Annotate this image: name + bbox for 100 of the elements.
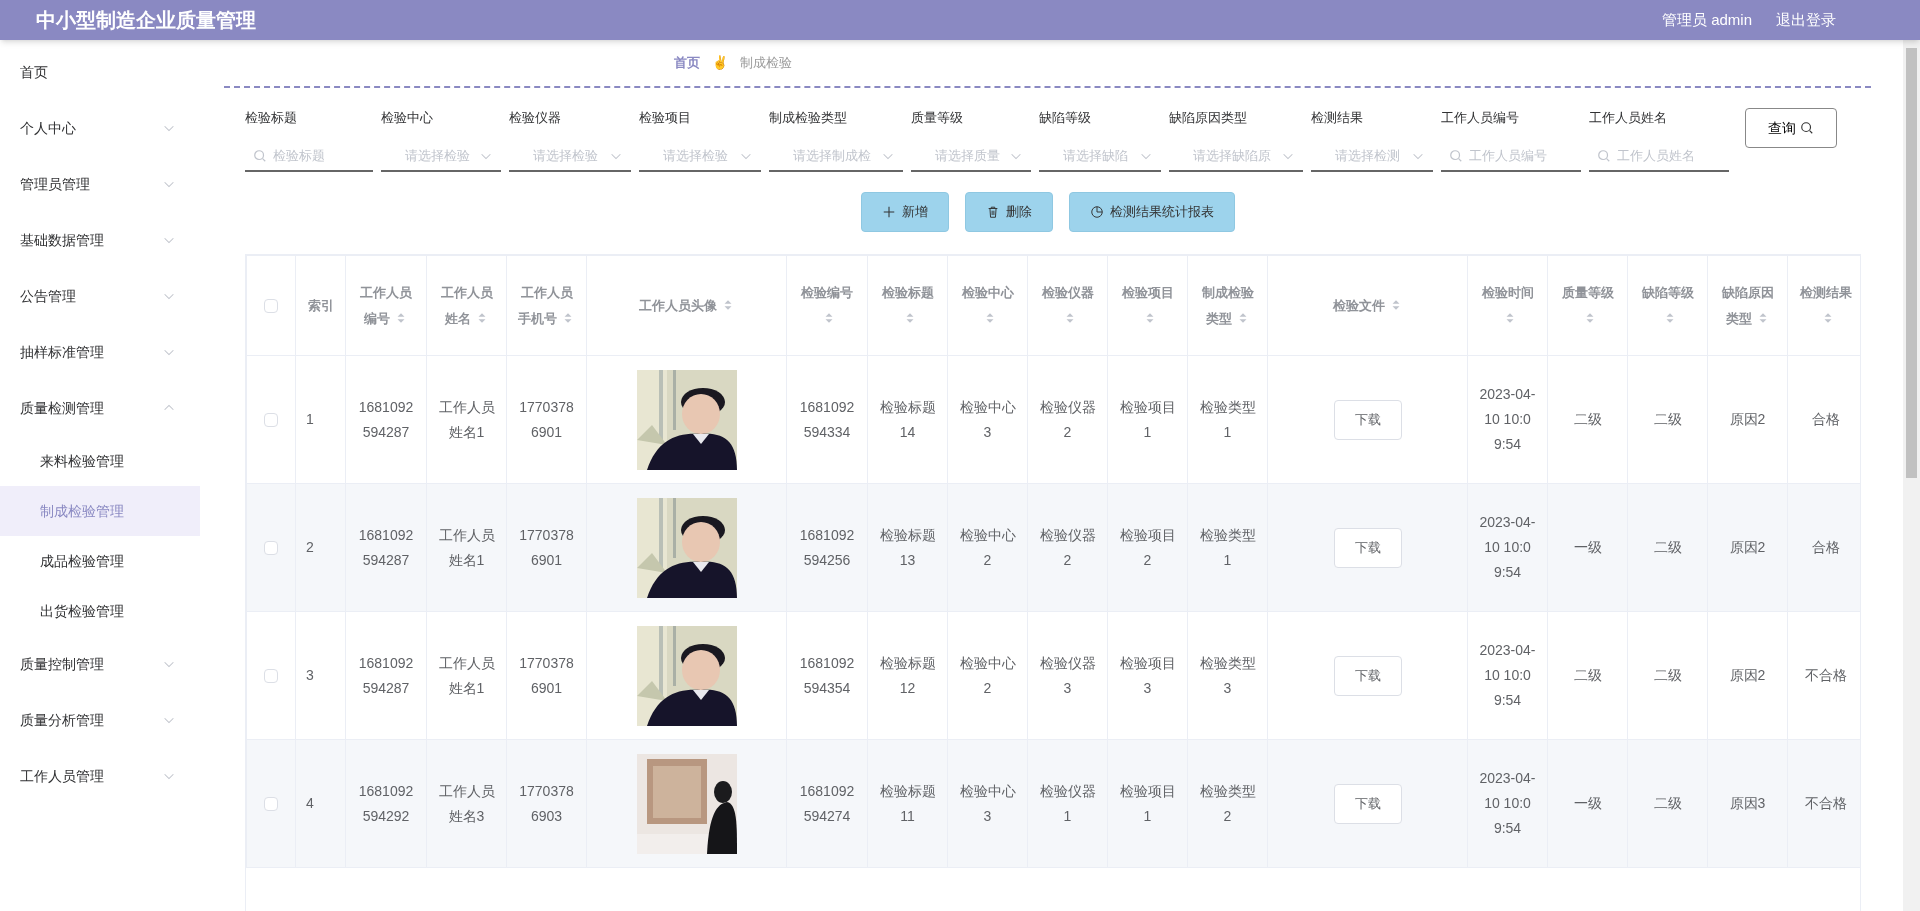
table-cell-text: 1681092594354 [798,653,856,698]
table-cell-text: 工作人员姓名3 [437,781,496,826]
filter-label: 制成检验类型 [769,109,848,127]
search-icon [1800,121,1814,135]
delete-button[interactable]: 删除 [964,192,1053,232]
filter-label: 缺陷原因类型 [1169,109,1248,127]
sidebar-item[interactable]: 质量分析管理 [0,692,200,748]
table-cell-text: 检验仪器2 [1038,397,1097,442]
checkbox[interactable] [264,797,278,812]
sidebar-item[interactable]: 公告管理 [0,268,200,324]
table-cell-text: 原因2 [1729,410,1766,429]
select-field[interactable]: 请选择检验 [639,140,761,172]
search-icon [1449,149,1463,163]
select-field[interactable]: 请选择制成检 [769,140,903,172]
table-cell-text: 1681092594256 [798,525,856,570]
table-cell-text: 2023-04-10 10:09:54 [1478,641,1537,710]
table-cell-text: 二级 [1573,666,1602,685]
table-cell-text: 检验项目1 [1118,397,1177,442]
scrollbar[interactable] [1903,40,1920,911]
filter-label: 检测结果 [1311,109,1364,127]
search-field[interactable]: 工作人员编号 [1441,140,1581,172]
sidebar-item[interactable]: 管理员管理 [0,156,200,212]
download-button[interactable]: 下载 [1333,527,1402,568]
checkbox[interactable] [264,669,278,684]
table-cell-text: 二级 [1653,410,1682,429]
sidebar-item[interactable]: 质量控制管理 [0,636,200,692]
query-button[interactable]: 查询 [1745,108,1837,148]
table-cell-text: 一级 [1573,538,1602,557]
breadcrumb-current: 制成检验 [740,54,792,73]
table-cell-text: 2023-04-10 10:09:54 [1478,385,1537,454]
sidebar-item[interactable]: 质量检测管理 [0,380,200,436]
select-field[interactable]: 请选择检验 [381,140,501,172]
select-field[interactable]: 请选择质量 [911,140,1031,172]
sidebar-subitem[interactable]: 成品检验管理 [0,536,200,586]
sidebar-item[interactable]: 基础数据管理 [0,212,200,268]
table-cell-text: 检验标题11 [878,781,937,826]
table-cell-text: 检验项目3 [1118,653,1177,698]
table-cell: 3 [306,667,314,683]
table-cell-text: 不合格 [1804,794,1847,813]
table-cell-text: 检验仪器2 [1038,525,1097,570]
sidebar-subitem[interactable]: 来料检验管理 [0,436,200,486]
search-icon [253,149,267,163]
table-cell-text: 检验类型2 [1198,781,1257,826]
sidebar-item[interactable]: 个人中心 [0,100,200,156]
table-cell-text: 检验标题12 [878,653,937,698]
filter-label: 工作人员编号 [1441,109,1520,127]
report-button[interactable]: 检测结果统计报表 [1068,192,1235,232]
plus-icon [881,205,896,219]
search-field[interactable]: 检验标题 [245,140,373,172]
table-cell-text: 2023-04-10 10:09:54 [1478,513,1537,582]
select-field[interactable]: 请选择检验 [509,140,631,172]
table-cell-text: 检验项目1 [1118,781,1177,826]
table-cell-text: 一级 [1573,794,1602,813]
table-cell-text: 1681092594287 [357,653,415,698]
table-cell-text: 检验类型3 [1198,653,1257,698]
sidebar-item[interactable]: 工作人员管理 [0,748,200,804]
checkbox[interactable] [264,541,278,556]
search-field[interactable]: 工作人员姓名 [1589,140,1729,172]
add-button[interactable]: 新增 [860,192,949,232]
select-field[interactable]: 请选择缺陷 [1039,140,1161,172]
filter-label: 检验项目 [639,109,692,127]
table-cell-text: 原因3 [1729,794,1766,813]
table-cell-text: 检验中心3 [958,397,1017,442]
select-field[interactable]: 请选择检测 [1311,140,1433,172]
user-label: 管理员 admin [1661,9,1752,30]
table-cell-text: 原因2 [1729,538,1766,557]
download-button[interactable]: 下载 [1333,655,1402,696]
filter-label: 缺陷等级 [1039,109,1092,127]
sidebar-subitem[interactable]: 出货检验管理 [0,586,200,636]
download-button[interactable]: 下载 [1333,399,1402,440]
app-title: 中小型制造企业质量管理 [36,8,256,33]
table-cell-text: 检验类型1 [1198,397,1257,442]
table-cell-text: 二级 [1653,538,1682,557]
table-cell-text: 2023-04-10 10:09:54 [1478,769,1537,838]
select-field[interactable]: 请选择缺陷原 [1169,140,1303,172]
checkbox[interactable] [264,299,278,314]
sidebar-item[interactable]: 抽样标准管理 [0,324,200,380]
table-cell-text: 1681092594292 [357,781,415,826]
table-cell-text: 1681092594274 [798,781,856,826]
table-cell: 4 [306,795,314,811]
table-cell-text: 检验仪器1 [1038,781,1097,826]
search-icon [1597,149,1611,163]
table-cell-text: 1681092594287 [357,525,415,570]
table-cell-text: 检验仪器3 [1038,653,1097,698]
table-cell-text: 1681092594287 [357,397,415,442]
sidebar-item[interactable]: 首页 [0,44,200,100]
table-cell: 2 [306,539,314,555]
table-cell-text: 合格 [1811,538,1840,557]
pie-chart-icon [1089,205,1104,219]
checkbox[interactable] [264,413,278,428]
filter-label: 检验标题 [245,109,298,127]
download-button[interactable]: 下载 [1333,783,1402,824]
table-cell-text: 工作人员姓名1 [437,397,496,442]
table-cell-text: 工作人员姓名1 [437,525,496,570]
scrollbar-thumb[interactable] [1906,48,1917,478]
table-cell-text: 检验项目2 [1118,525,1177,570]
table-cell-text: 不合格 [1804,666,1847,685]
table-cell-text: 检验标题14 [878,397,937,442]
table-cell-text: 原因2 [1729,666,1766,685]
table-cell-text: 工作人员姓名1 [437,653,496,698]
